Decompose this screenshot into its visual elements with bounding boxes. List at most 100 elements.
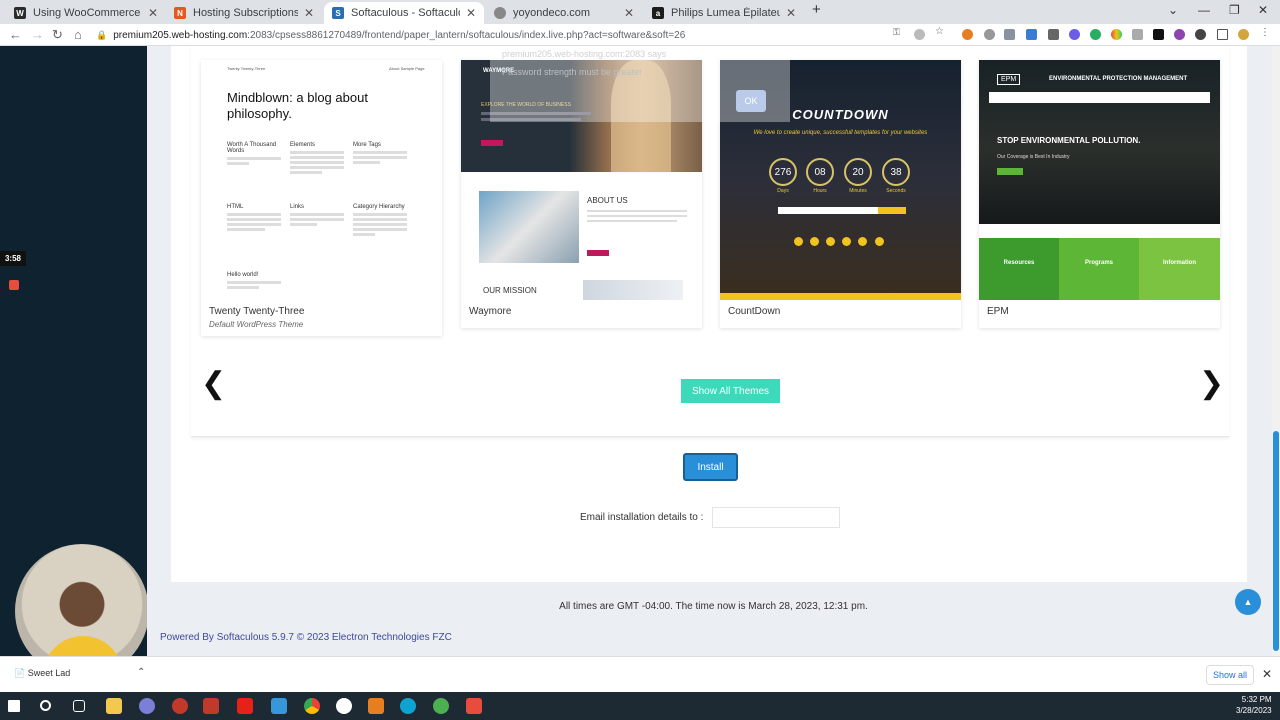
reload-icon[interactable]: ↻ bbox=[52, 27, 63, 43]
thumb-epm-headline: STOP ENVIRONMENTAL POLLUTION. bbox=[997, 136, 1141, 145]
extension-icon[interactable] bbox=[1111, 29, 1122, 40]
home-icon[interactable]: ⌂ bbox=[74, 27, 82, 42]
thumb-post-title: Links bbox=[290, 204, 305, 210]
browser-tab[interactable]: N Hosting Subscriptions ✕ bbox=[166, 2, 322, 24]
share-icon[interactable] bbox=[914, 29, 925, 40]
download-item-name: Sweet Lad bbox=[27, 668, 71, 678]
thumb-post-title: Elements bbox=[290, 142, 316, 148]
windows-taskbar: 5:32 PM 3/28/2023 bbox=[0, 692, 1280, 720]
close-icon[interactable]: ✕ bbox=[304, 6, 314, 20]
show-all-downloads-button[interactable]: Show all bbox=[1206, 665, 1254, 685]
app-icon[interactable] bbox=[433, 698, 449, 714]
avatar[interactable] bbox=[1238, 29, 1249, 40]
side-panel-icon[interactable] bbox=[1217, 29, 1228, 40]
record-stop-icon[interactable] bbox=[9, 280, 19, 290]
theme-card[interactable]: Twenty Twenty-Three About Sample Page Mi… bbox=[201, 60, 442, 336]
email-field[interactable] bbox=[712, 507, 840, 528]
scrollbar[interactable] bbox=[1272, 46, 1280, 656]
app-icon[interactable] bbox=[203, 698, 219, 714]
thumb-epm-logo: EPM bbox=[997, 74, 1021, 85]
extension-icon[interactable] bbox=[1069, 29, 1080, 40]
thumb-counter: 08 bbox=[806, 158, 834, 186]
app-icon[interactable] bbox=[139, 698, 155, 714]
alert-ok-button[interactable]: OK bbox=[736, 90, 766, 112]
carousel-next-arrow[interactable]: ❯ bbox=[1199, 369, 1224, 399]
kebab-menu-icon[interactable]: ⋮ bbox=[1260, 27, 1271, 38]
close-icon[interactable]: ✕ bbox=[624, 6, 634, 20]
recording-timer: 3:58 bbox=[0, 251, 26, 266]
window-close-icon[interactable]: ✕ bbox=[1258, 3, 1268, 17]
extension-icon[interactable] bbox=[1153, 29, 1164, 40]
thumb-counter-label: Hours bbox=[813, 188, 827, 194]
thumb-post-title: HTML bbox=[227, 204, 244, 210]
scroll-to-top-button[interactable]: ▲ bbox=[1235, 589, 1261, 615]
file-explorer-icon[interactable] bbox=[106, 698, 122, 714]
footer-powered-by[interactable]: Powered By Softaculous 5.9.7 © 2023 Elec… bbox=[160, 632, 452, 643]
close-icon[interactable]: ✕ bbox=[786, 6, 796, 20]
extension-icon[interactable] bbox=[962, 29, 973, 40]
install-panel: Twenty Twenty-Three About Sample Page Mi… bbox=[171, 46, 1247, 582]
close-icon[interactable]: ✕ bbox=[1262, 667, 1272, 681]
windows-start-icon[interactable] bbox=[8, 700, 20, 712]
install-button[interactable]: Install bbox=[683, 453, 738, 481]
back-icon[interactable]: ← bbox=[9, 27, 22, 42]
youtube-icon[interactable] bbox=[237, 698, 253, 714]
app-icon[interactable] bbox=[466, 698, 482, 714]
alert-origin: premium205.web-hosting.com:2083 says bbox=[502, 49, 667, 59]
tab-title: Philips Lumea Épilateur à lumièr bbox=[671, 7, 780, 19]
carousel-prev-arrow[interactable]: ❮ bbox=[201, 369, 226, 399]
clock-date: 3/28/2023 bbox=[1236, 706, 1272, 715]
tab-favicon: S bbox=[332, 7, 344, 19]
extension-icon[interactable] bbox=[1026, 29, 1037, 40]
chrome-icon[interactable] bbox=[304, 698, 320, 714]
show-all-themes-button[interactable]: Show All Themes bbox=[681, 379, 780, 403]
search-icon[interactable] bbox=[40, 700, 51, 711]
url-path: :2083/cpsess8861270489/frontend/paper_la… bbox=[247, 29, 686, 41]
scrollbar-thumb[interactable] bbox=[1273, 431, 1279, 651]
download-item[interactable]: 📄 Sweet Lad bbox=[14, 668, 70, 679]
puzzle-icon[interactable] bbox=[1195, 29, 1206, 40]
tab-title: Softaculous - Softaculous - Word bbox=[351, 7, 460, 19]
thumb-counter: 20 bbox=[844, 158, 872, 186]
key-icon[interactable]: ⚿ bbox=[893, 27, 904, 38]
extension-icon[interactable] bbox=[984, 29, 995, 40]
download-bar: 📄 Sweet Lad ⌃ Show all ✕ bbox=[0, 656, 1280, 692]
browser-tab-active[interactable]: S Softaculous - Softaculous - Word ✕ bbox=[324, 2, 484, 24]
bookmark-star-icon[interactable]: ☆ bbox=[935, 26, 946, 37]
forward-icon[interactable]: → bbox=[31, 27, 44, 42]
chevron-up-icon[interactable]: ⌃ bbox=[137, 667, 145, 678]
email-details-label: Email installation details to : bbox=[580, 512, 704, 523]
extension-icon[interactable] bbox=[1004, 29, 1015, 40]
theme-name: CountDown bbox=[728, 306, 781, 317]
app-icon[interactable] bbox=[336, 698, 352, 714]
new-tab-button[interactable]: + bbox=[812, 1, 821, 18]
theme-card[interactable]: EPM ENVIRONMENTAL PROTECTION MANAGEMENT … bbox=[979, 60, 1220, 328]
app-icon[interactable] bbox=[368, 698, 384, 714]
extension-icon[interactable] bbox=[1048, 29, 1059, 40]
edge-icon[interactable] bbox=[400, 698, 416, 714]
browser-tab[interactable]: a Philips Lumea Épilateur à lumièr ✕ bbox=[644, 2, 804, 24]
app-icon[interactable] bbox=[271, 698, 287, 714]
thumb-post-title: Category Hierarchy bbox=[353, 204, 405, 210]
tab-title: yoyondeco.com bbox=[513, 7, 591, 19]
thumb-counter-label: Days bbox=[777, 188, 789, 194]
camera-icon[interactable] bbox=[1132, 29, 1143, 40]
app-icon[interactable] bbox=[172, 698, 188, 714]
theme-thumbnail: EPM ENVIRONMENTAL PROTECTION MANAGEMENT … bbox=[979, 60, 1220, 300]
tab-search-icon[interactable]: ⌄ bbox=[1168, 3, 1178, 17]
close-icon[interactable]: ✕ bbox=[466, 6, 476, 20]
url-host: premium205.web-hosting.com bbox=[113, 29, 248, 41]
minimize-icon[interactable]: — bbox=[1198, 3, 1210, 17]
browser-tab[interactable]: yoyondeco.com ✕ bbox=[486, 2, 642, 24]
system-clock[interactable]: 5:32 PM 3/28/2023 bbox=[1236, 694, 1272, 716]
theme-subtitle: Default WordPress Theme bbox=[209, 320, 304, 329]
url-field[interactable]: 🔒 premium205.web-hosting.com:2083/cpsess… bbox=[96, 27, 876, 43]
extension-icon[interactable] bbox=[1174, 29, 1185, 40]
extension-icon[interactable] bbox=[1090, 29, 1101, 40]
close-icon[interactable]: ✕ bbox=[148, 6, 158, 20]
restore-icon[interactable]: ❐ bbox=[1229, 3, 1240, 17]
alert-dialog: premium205.web-hosting.com:2083 says Pas… bbox=[490, 46, 790, 122]
task-view-icon[interactable] bbox=[73, 700, 85, 712]
tab-title: Using WooCommerce on Local E bbox=[33, 7, 142, 19]
browser-tab[interactable]: W Using WooCommerce on Local E ✕ bbox=[6, 2, 166, 24]
